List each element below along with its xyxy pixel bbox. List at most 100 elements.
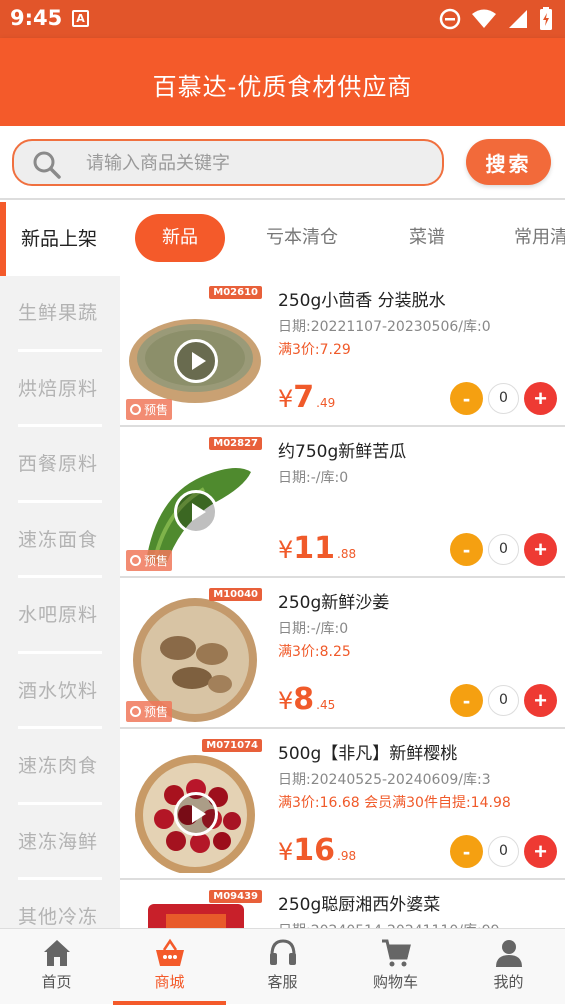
product-date-stock: 日期:20240514-20241110/库:99 (278, 920, 500, 928)
price-integer: 7 (293, 380, 315, 415)
price-decimal: .98 (337, 849, 357, 863)
product-list: M02610 预售 250g小茴香 分装脱水 日期:20221107-20230… (120, 276, 565, 928)
product-card[interactable]: M02610 预售 250g小茴香 分装脱水 日期:20221107-20230… (120, 276, 565, 427)
product-code-badge: M10040 (209, 588, 262, 601)
price-decimal: .45 (316, 698, 336, 712)
home-icon (44, 940, 70, 966)
presale-badge: 预售 (126, 701, 173, 722)
tab-common[interactable]: 常用清 (514, 214, 565, 262)
quantity-value[interactable]: 0 (488, 685, 519, 716)
sidebar-item-label: 其他冷冻 (18, 906, 99, 928)
signal-icon (509, 10, 527, 28)
product-price: ¥8.45 (278, 682, 335, 717)
product-promo: 满3价:8.25 (278, 644, 351, 660)
increase-button[interactable]: + (524, 684, 557, 717)
quantity-stepper: - 0 + (450, 684, 558, 718)
battery-icon (540, 7, 552, 30)
sidebar-item-drinks[interactable]: 酒水饮料 (0, 654, 120, 730)
search-button[interactable]: 搜索 (466, 139, 551, 185)
search-box[interactable] (12, 139, 444, 186)
product-price: ¥11.88 (278, 531, 356, 566)
quantity-value[interactable]: 0 (488, 383, 519, 414)
product-image[interactable]: M10040 预售 (126, 588, 264, 722)
nav-profile[interactable]: 我的 (452, 929, 565, 1005)
product-image[interactable]: M09439 (126, 890, 264, 928)
sidebar-item-frozen-noodles[interactable]: 速冻面食 (0, 503, 120, 579)
product-name: 250g小茴香 分装脱水 (278, 291, 446, 311)
product-name: 约750g新鲜苦瓜 (278, 442, 407, 462)
presale-label: 预售 (144, 705, 169, 719)
tab-recipes[interactable]: 菜谱 (409, 214, 445, 262)
current-category-label[interactable]: 新品上架 (0, 202, 120, 276)
nav-label: 首页 (41, 973, 72, 991)
nav-label: 客服 (267, 973, 298, 991)
price-integer: 8 (293, 682, 315, 717)
quantity-stepper: - 0 + (450, 382, 558, 416)
currency-symbol: ¥ (278, 687, 294, 715)
product-name: 250g新鲜沙姜 (278, 593, 390, 613)
sidebar-item-label: 速冻肉食 (18, 755, 99, 777)
sidebar-item-label: 西餐原料 (18, 453, 99, 475)
quantity-value[interactable]: 0 (488, 534, 519, 565)
sidebar-item-bar-supplies[interactable]: 水吧原料 (0, 578, 120, 654)
product-code-badge: M02610 (209, 286, 262, 299)
product-date-stock: 日期:20240525-20240609/库:3 (278, 772, 491, 788)
nav-mall[interactable]: 商城 (113, 929, 226, 1005)
app-header: 百慕达-优质食材供应商 (0, 38, 565, 126)
sidebar-item-label: 生鲜果蔬 (18, 302, 99, 324)
sidebar-item-frozen-seafood[interactable]: 速冻海鲜 (0, 805, 120, 881)
sidebar-item-other-frozen[interactable]: 其他冷冻 (0, 880, 120, 928)
quantity-value[interactable]: 0 (488, 836, 519, 867)
product-card[interactable]: M071074 500g【非凡】新鲜樱桃 日期:20240525-2024060… (120, 729, 565, 880)
product-image[interactable]: M02827 预售 (126, 437, 264, 571)
category-sidebar: 生鲜果蔬 烘焙原料 西餐原料 速冻面食 水吧原料 酒水饮料 速冻肉食 速冻海鲜 … (0, 276, 120, 928)
sidebar-item-label: 烘焙原料 (18, 377, 99, 400)
product-price: ¥16.98 (278, 833, 356, 868)
product-image[interactable]: M02610 预售 (126, 286, 264, 420)
product-code-badge: M02827 (209, 437, 262, 450)
decrease-button[interactable]: - (450, 382, 483, 415)
sidebar-item-frozen-meat[interactable]: 速冻肉食 (0, 729, 120, 805)
refresh-icon (130, 706, 141, 717)
nav-label: 我的 (493, 973, 524, 991)
play-video-icon[interactable] (174, 339, 218, 383)
increase-button[interactable]: + (524, 835, 557, 868)
user-icon (496, 940, 522, 967)
search-bar: 搜索 (0, 126, 565, 200)
nav-label: 购物车 (372, 973, 418, 991)
product-card[interactable]: M10040 预售 250g新鲜沙姜 日期:-/库:0 满3价:8.25 ¥8.… (120, 578, 565, 729)
nav-home[interactable]: 首页 (0, 929, 113, 1005)
tab-new[interactable]: 新品 (135, 214, 225, 262)
decrease-button[interactable]: - (450, 835, 483, 868)
product-image[interactable]: M071074 (126, 739, 264, 873)
product-date-stock: 日期:-/库:0 (278, 470, 349, 486)
sidebar-item-western[interactable]: 西餐原料 (0, 427, 120, 503)
sidebar-item-baking[interactable]: 烘焙原料 (0, 352, 120, 428)
decrease-button[interactable]: - (450, 533, 483, 566)
decrease-button[interactable]: - (450, 684, 483, 717)
product-card[interactable]: M02827 预售 约750g新鲜苦瓜 日期:-/库:0 ¥11.88 - 0 … (120, 427, 565, 578)
cart-icon (382, 939, 411, 967)
sidebar-item-label: 水吧原料 (18, 604, 99, 626)
sidebar-item-label: 酒水饮料 (18, 679, 99, 702)
product-code-badge: M09439 (209, 890, 262, 903)
status-bar: 9:45 A (0, 0, 565, 38)
dnd-icon (439, 8, 461, 30)
increase-button[interactable]: + (524, 382, 557, 415)
nav-support[interactable]: 客服 (226, 929, 339, 1005)
product-code-badge: M071074 (202, 739, 262, 752)
increase-button[interactable]: + (524, 533, 557, 566)
headset-icon (270, 939, 296, 965)
product-name: 250g聪厨湘西外婆菜 (278, 895, 441, 915)
basket-icon (156, 938, 184, 966)
sidebar-item-label: 速冻海鲜 (18, 830, 99, 853)
currency-symbol: ¥ (278, 536, 294, 564)
nav-cart[interactable]: 购物车 (339, 929, 452, 1005)
status-icons (439, 7, 553, 31)
search-input[interactable] (86, 149, 426, 177)
play-video-icon[interactable] (174, 792, 218, 836)
sidebar-item-fresh-produce[interactable]: 生鲜果蔬 (0, 276, 120, 352)
play-video-icon[interactable] (174, 490, 218, 534)
product-card[interactable]: M09439 250g聪厨湘西外婆菜 日期:20240514-20241110/… (120, 880, 565, 928)
tab-clearance[interactable]: 亏本清仓 (266, 214, 338, 262)
